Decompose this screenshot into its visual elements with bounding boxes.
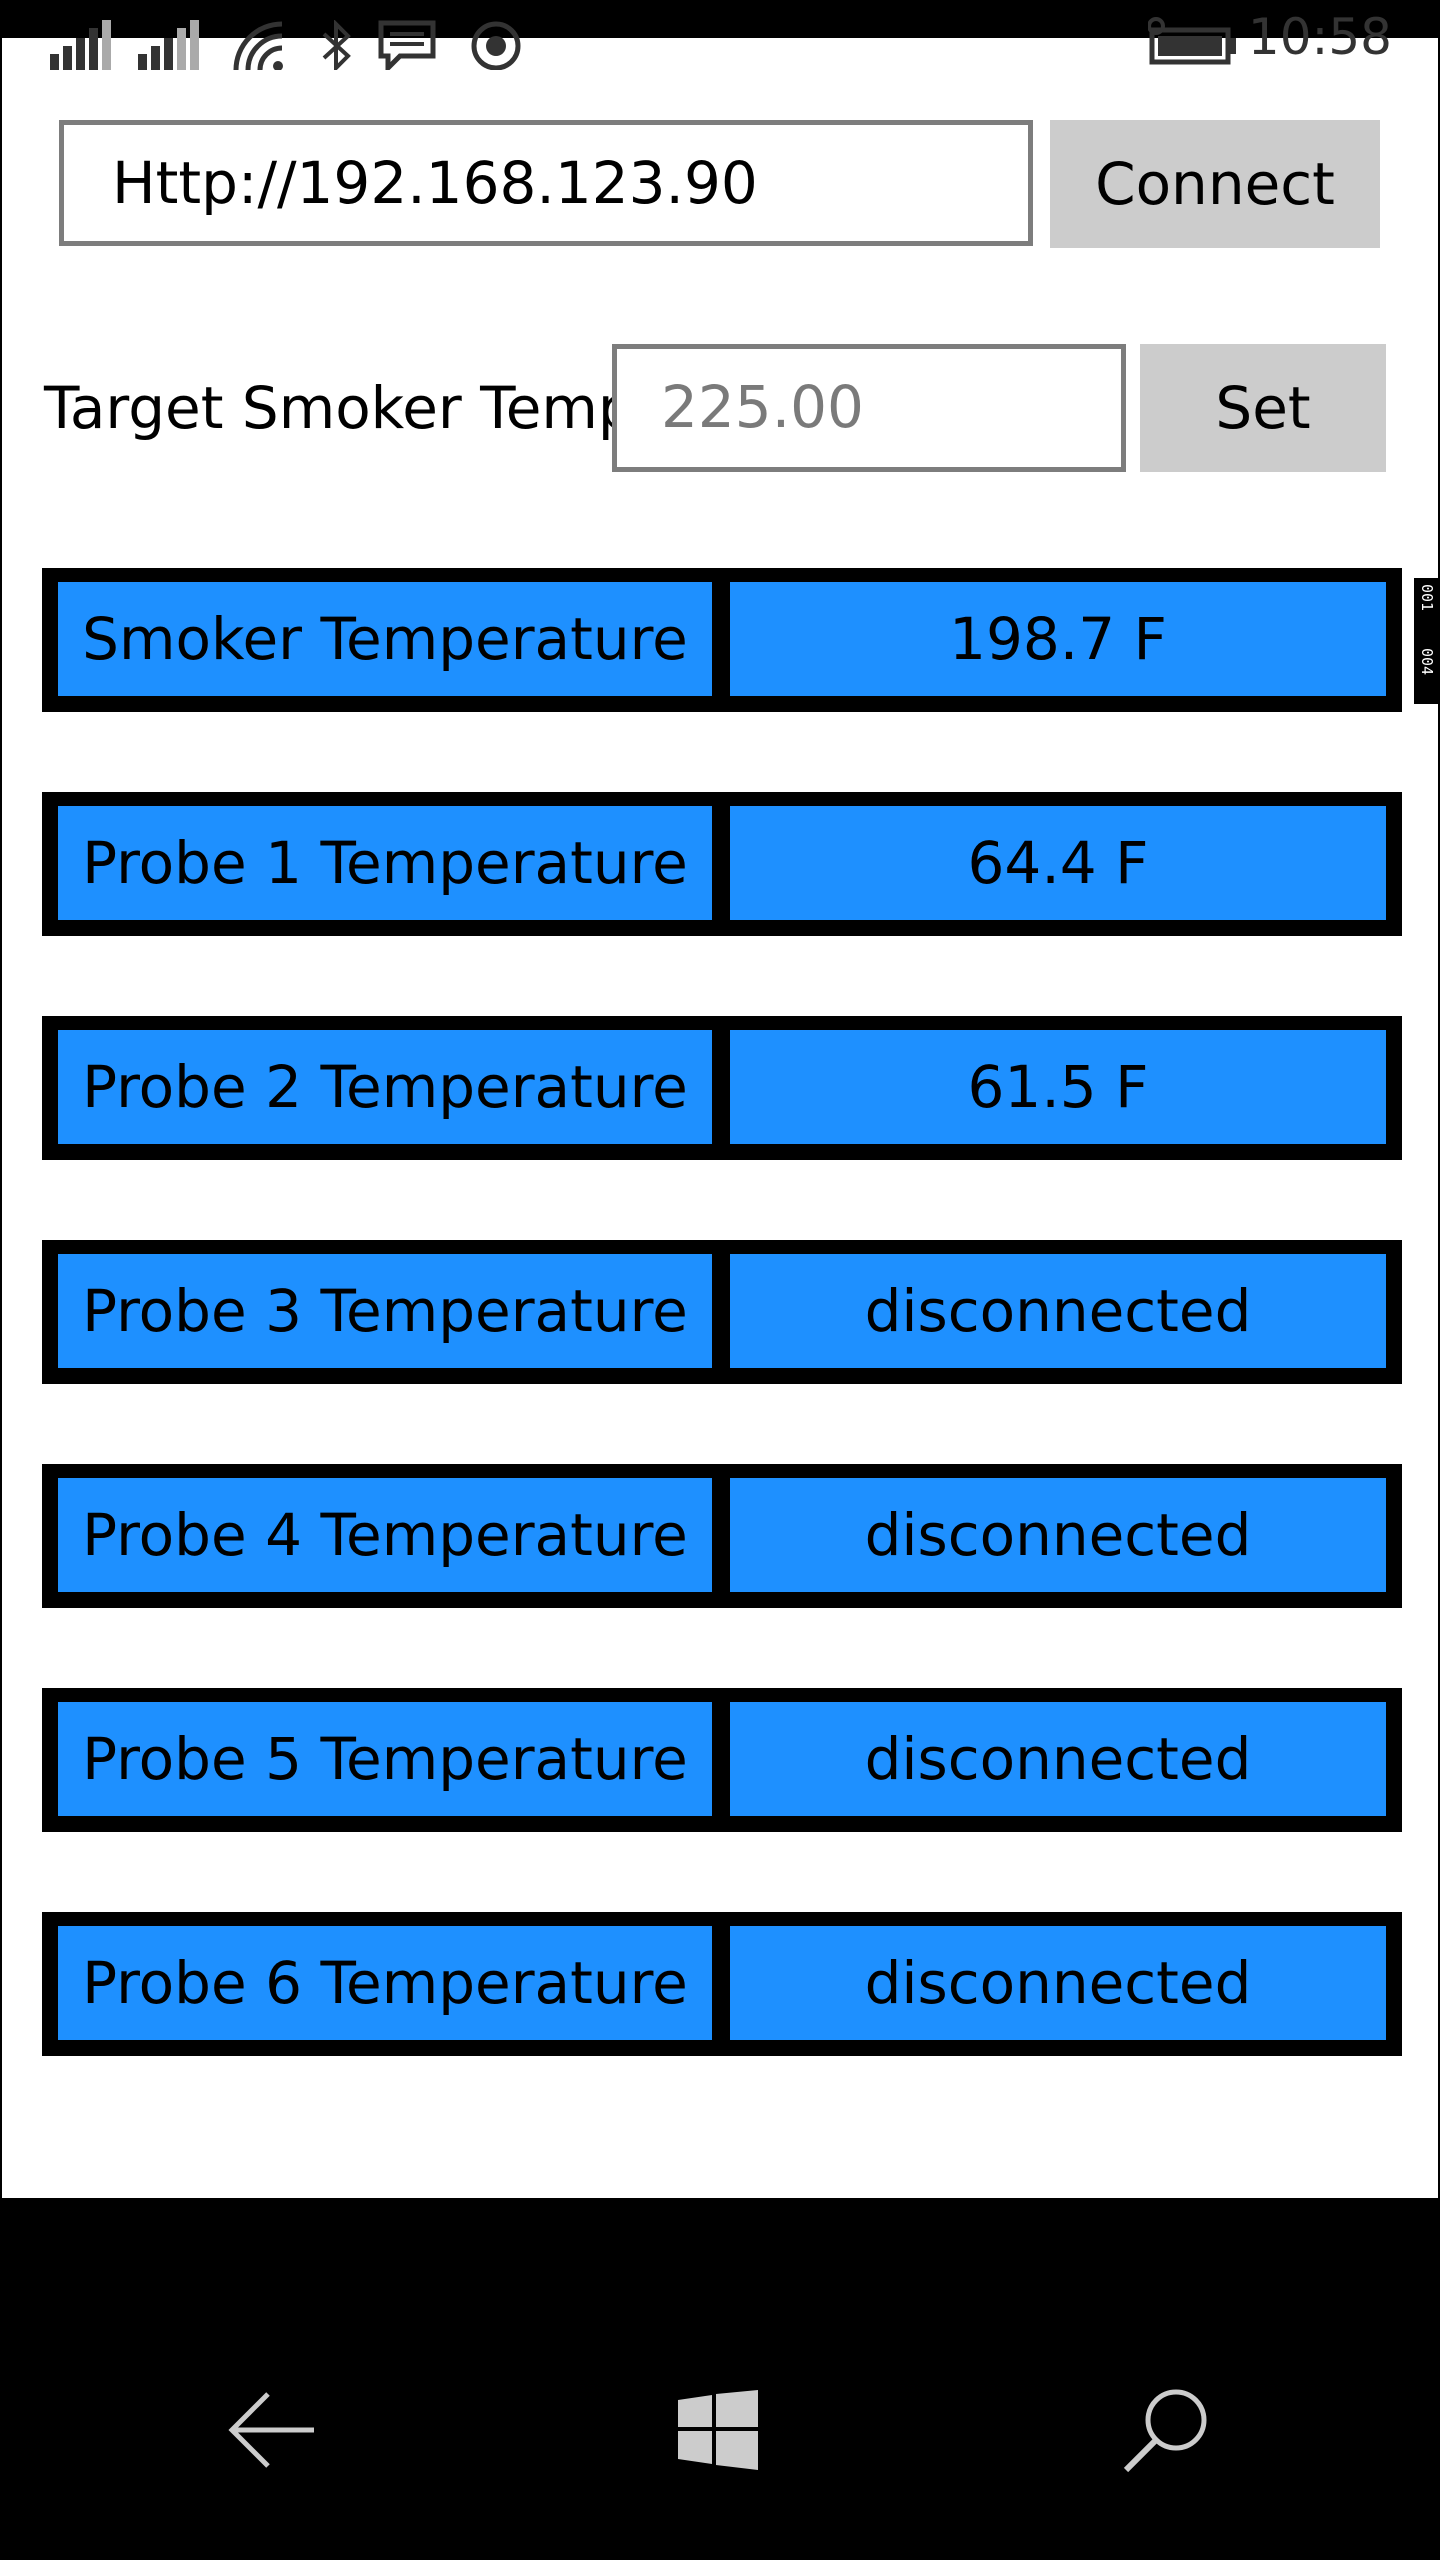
location-icon xyxy=(470,20,522,70)
frame-counter-top: 001 xyxy=(1418,584,1436,612)
frame-counter: 001 004 xyxy=(1414,578,1440,704)
battery-icon xyxy=(1148,14,1238,66)
temp-value: disconnected xyxy=(730,1254,1386,1368)
wifi-icon xyxy=(232,20,288,70)
temp-value: disconnected xyxy=(730,1478,1386,1592)
navigation-bar xyxy=(0,2200,1440,2560)
temp-row-probe-6: Probe 6 Temperature disconnected xyxy=(42,1912,1402,2056)
temp-name: Smoker Temperature xyxy=(58,582,712,696)
temp-row-probe-2: Probe 2 Temperature 61.5 F xyxy=(42,1016,1402,1160)
bluetooth-icon xyxy=(318,20,354,70)
start-button[interactable] xyxy=(658,2370,778,2490)
temp-name: Probe 5 Temperature xyxy=(58,1702,712,1816)
temp-row-probe-5: Probe 5 Temperature disconnected xyxy=(42,1688,1402,1832)
back-arrow-icon xyxy=(226,2390,318,2470)
url-input-value: Http://192.168.123.90 xyxy=(112,149,758,217)
set-button[interactable]: Set xyxy=(1140,344,1386,472)
signal-icon xyxy=(50,20,112,70)
temp-name: Probe 2 Temperature xyxy=(58,1030,712,1144)
back-button[interactable] xyxy=(212,2370,332,2490)
status-bar: 10:58 xyxy=(0,0,1440,70)
target-temp-placeholder: 225.00 xyxy=(661,373,864,441)
target-temp-input[interactable]: 225.00 xyxy=(612,344,1126,472)
app-page: Http://192.168.123.90 Connect Target Smo… xyxy=(2,38,1438,2198)
status-time: 10:58 xyxy=(1247,8,1392,66)
temp-name: Probe 1 Temperature xyxy=(58,806,712,920)
frame-counter-bottom: 004 xyxy=(1418,648,1436,676)
temp-value: disconnected xyxy=(730,1702,1386,1816)
signal-2-icon xyxy=(138,20,200,70)
temp-value: 64.4 F xyxy=(730,806,1386,920)
temp-value: 198.7 F xyxy=(730,582,1386,696)
connect-button[interactable]: Connect xyxy=(1050,120,1380,248)
search-button[interactable] xyxy=(1106,2370,1226,2490)
message-icon xyxy=(378,20,436,70)
temp-row-smoker: Smoker Temperature 198.7 F xyxy=(42,568,1402,712)
temp-row-probe-1: Probe 1 Temperature 64.4 F xyxy=(42,792,1402,936)
target-temp-label: Target Smoker Temp: xyxy=(44,374,655,442)
search-icon xyxy=(1120,2384,1212,2476)
url-input[interactable]: Http://192.168.123.90 xyxy=(59,120,1033,246)
temp-name: Probe 4 Temperature xyxy=(58,1478,712,1592)
temp-name: Probe 3 Temperature xyxy=(58,1254,712,1368)
temp-name: Probe 6 Temperature xyxy=(58,1926,712,2040)
temp-row-probe-4: Probe 4 Temperature disconnected xyxy=(42,1464,1402,1608)
windows-logo-icon xyxy=(678,2390,758,2470)
phone-screen: Http://192.168.123.90 Connect Target Smo… xyxy=(0,0,1440,2560)
temp-value: disconnected xyxy=(730,1926,1386,2040)
temp-row-probe-3: Probe 3 Temperature disconnected xyxy=(42,1240,1402,1384)
temp-value: 61.5 F xyxy=(730,1030,1386,1144)
